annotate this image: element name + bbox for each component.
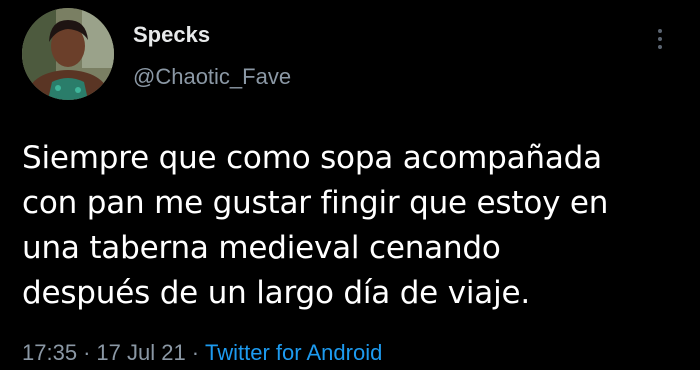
user-handle[interactable]: @Chaotic_Fave: [133, 64, 291, 90]
tweet-time[interactable]: 17:35: [22, 340, 77, 365]
display-name[interactable]: Specks: [133, 22, 291, 48]
tweet-text-line: después de un largo día de viaje.: [22, 275, 531, 311]
tweet-text-line: con pan me gustar fingir que estoy en: [22, 185, 609, 221]
tweet-source-link[interactable]: Twitter for Android: [205, 340, 382, 365]
tweet-text: Siempre que como sopa acompañada con pan…: [22, 136, 692, 316]
meta-separator: ·: [83, 340, 91, 365]
tweet-card: Specks @Chaotic_Fave Siempre que como so…: [0, 0, 700, 370]
tweet-meta: 17:35 · 17 Jul 21 · Twitter for Android: [22, 340, 382, 366]
more-vertical-icon[interactable]: [653, 26, 667, 52]
avatar[interactable]: [22, 8, 114, 100]
tweet-text-line: Siempre que como sopa acompañada: [22, 140, 602, 176]
meta-separator: ·: [191, 340, 200, 365]
author-info: Specks @Chaotic_Fave: [133, 22, 291, 90]
avatar-image: [22, 8, 114, 100]
tweet-text-line: una taberna medieval cenando: [22, 230, 501, 266]
tweet-date[interactable]: 17 Jul 21: [96, 340, 185, 365]
